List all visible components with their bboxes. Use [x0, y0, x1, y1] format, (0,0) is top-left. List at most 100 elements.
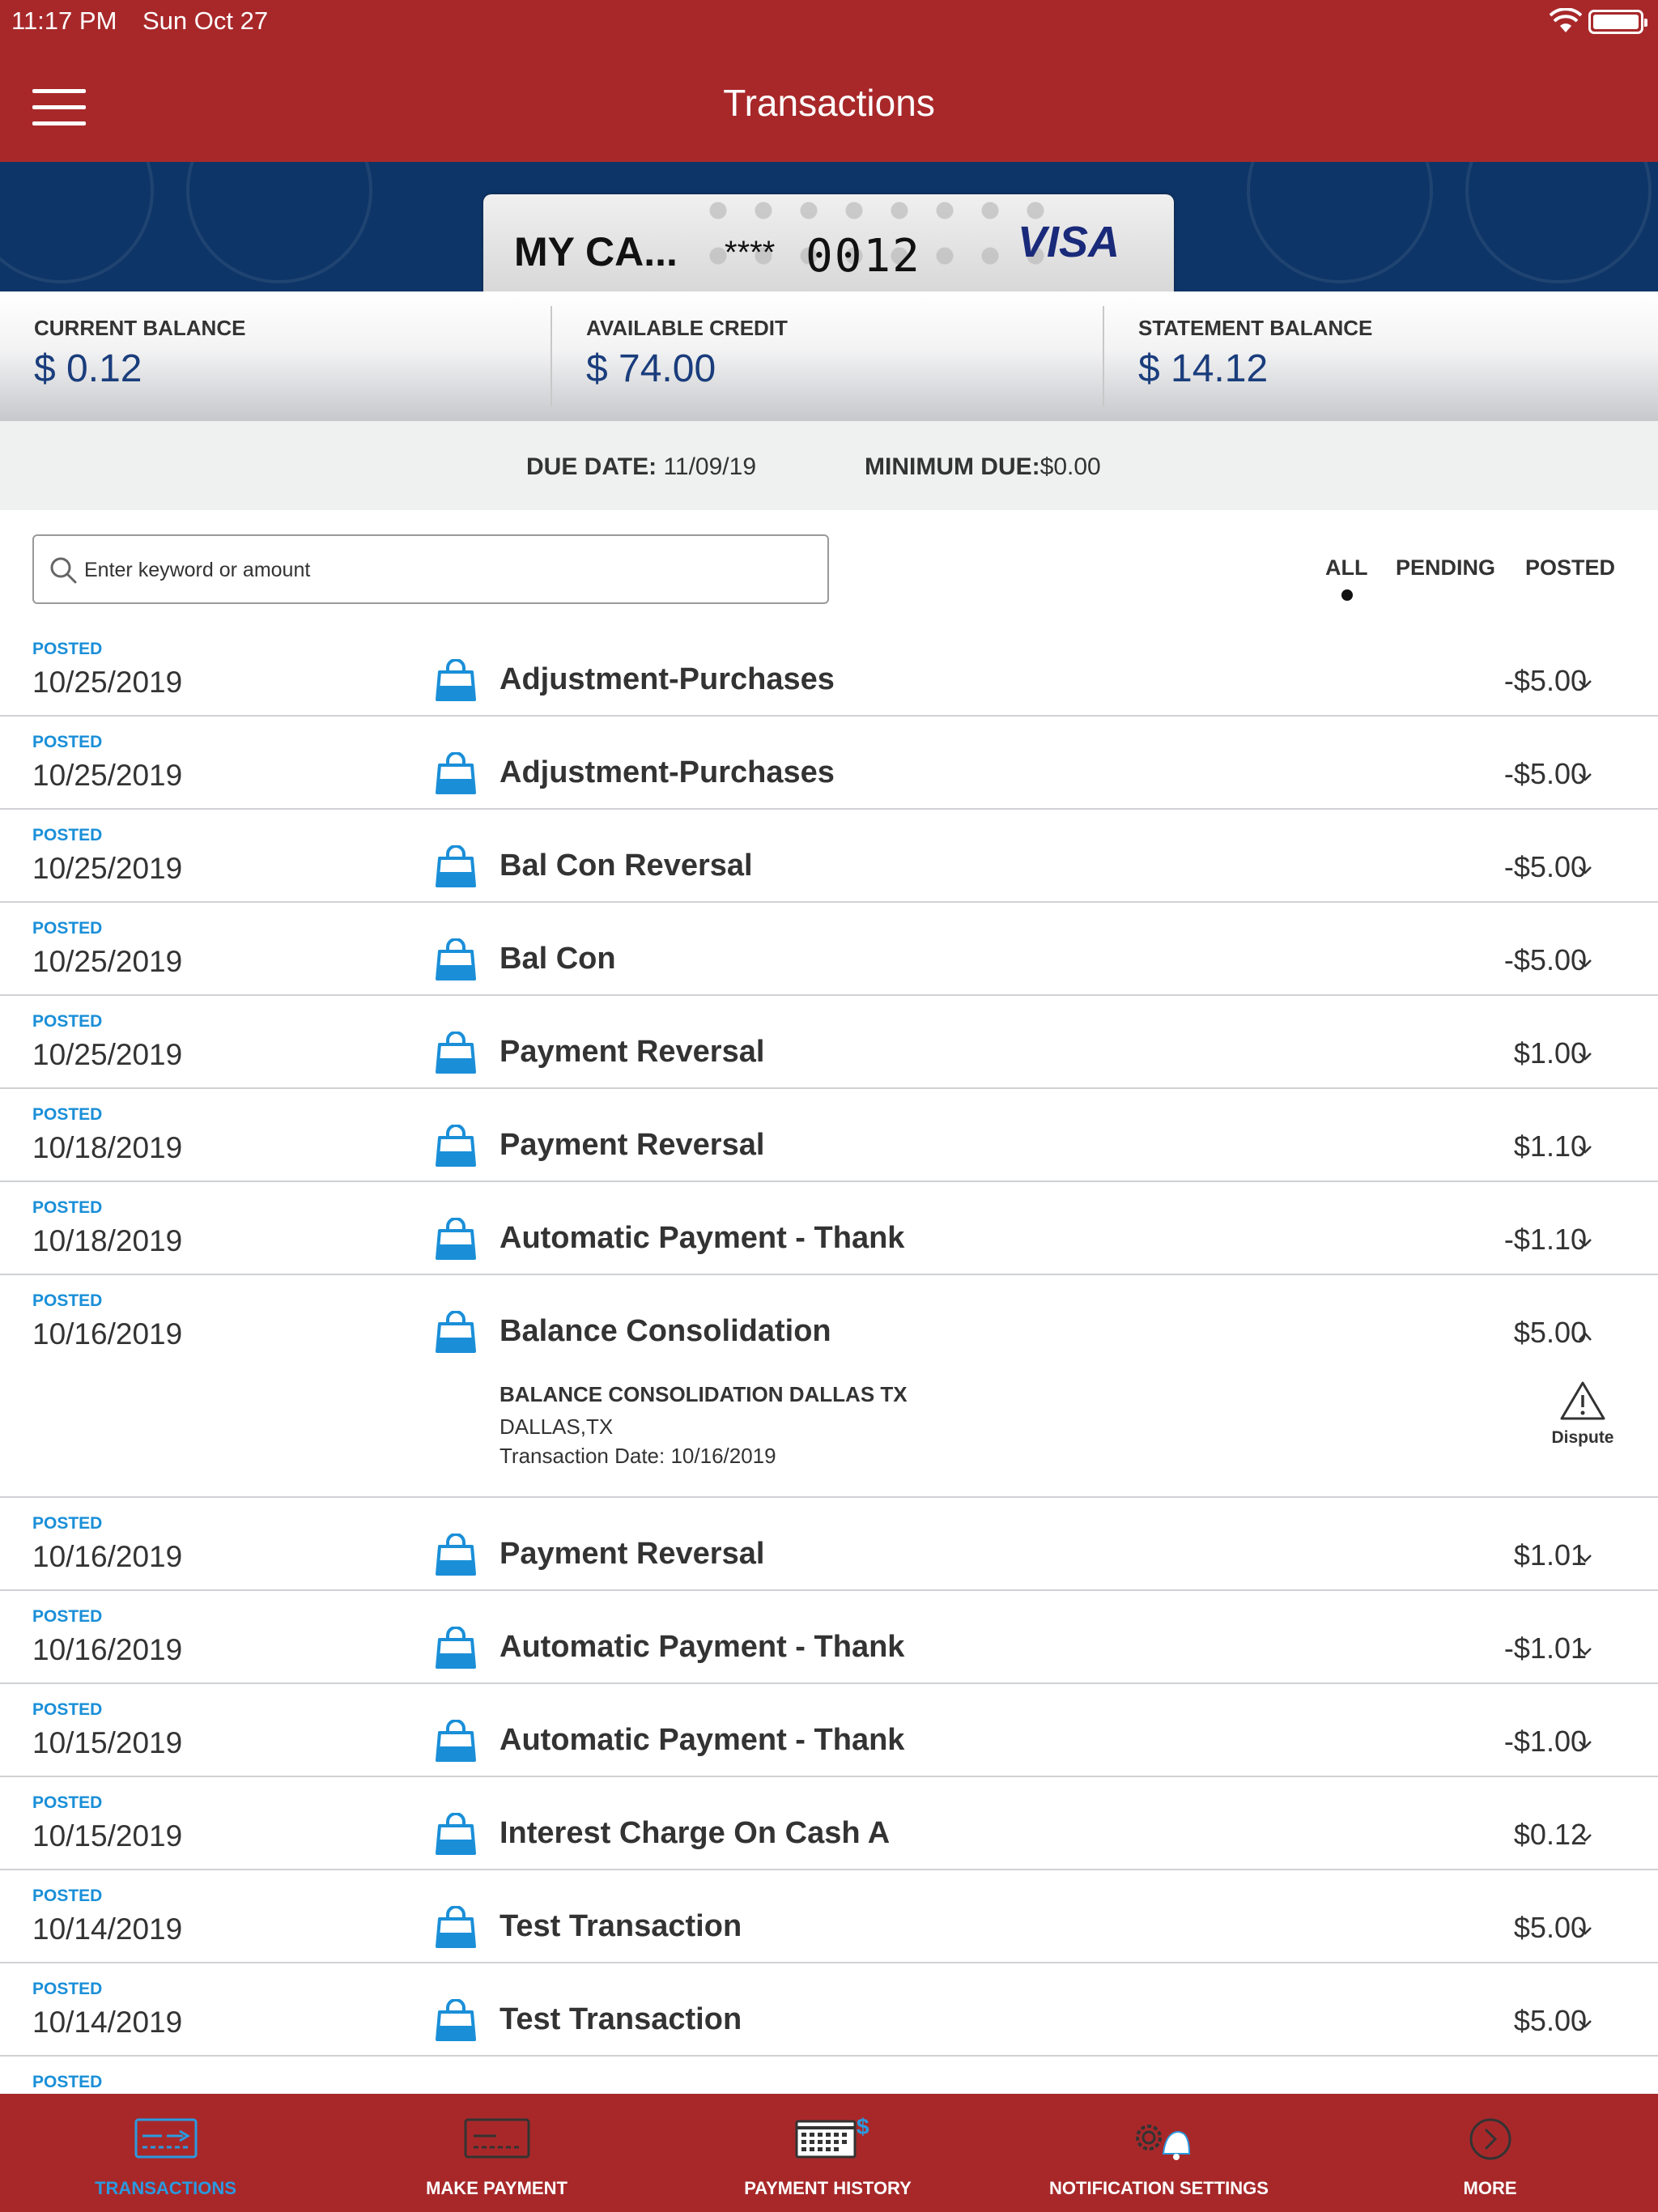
shopping-bag-icon [434, 1719, 478, 1767]
chevron-down-icon[interactable] [1575, 770, 1593, 785]
transaction-date: 10/15/2019 [32, 1726, 183, 1759]
transaction-row[interactable]: POSTED 10/25/2019 Payment Reversal $1.00 [0, 996, 1658, 1089]
transaction-row[interactable]: POSTED 10/14/2019 Test Transaction $5.00 [0, 1963, 1658, 2057]
transaction-status: POSTED [32, 919, 103, 938]
search-input[interactable] [84, 551, 813, 589]
credit-card[interactable]: MY CA... **** 0012 VISA [483, 194, 1174, 291]
chevron-down-icon[interactable] [1575, 1924, 1593, 1938]
chevron-down-icon[interactable] [1575, 1049, 1593, 1064]
transaction-description: Test Transaction [500, 2002, 742, 2036]
transaction-description: Adjustment-Purchases [500, 662, 835, 696]
transaction-status: POSTED [32, 1198, 103, 1217]
due-date: DUE DATE: 11/09/19 [526, 453, 756, 481]
transaction-description: Automatic Payment - Thank [500, 1630, 905, 1664]
svg-text:$: $ [857, 2116, 869, 2139]
tab-transactions[interactable]: TRANSACTIONS [0, 2094, 331, 2212]
search-icon [50, 557, 77, 584]
transaction-description: Interest Charge On Cash A [500, 1816, 891, 1850]
transaction-status: POSTED [32, 1012, 103, 1031]
visa-logo: VISA [1018, 218, 1120, 266]
tab-label: MAKE PAYMENT [426, 2178, 568, 2198]
chevron-down-icon[interactable] [1575, 1142, 1593, 1157]
chevron-down-icon[interactable] [1575, 1236, 1593, 1250]
filter-all[interactable]: ALL [1325, 555, 1367, 581]
transaction-row[interactable]: POSTED [0, 2057, 1658, 2094]
transaction-row[interactable]: POSTED 10/16/2019 Payment Reversal $1.01 [0, 1498, 1658, 1591]
due-date-value: 11/09/19 [663, 453, 757, 480]
chevron-down-icon[interactable] [1575, 1831, 1593, 1845]
transaction-amount: -$1.10 [1503, 1223, 1587, 1256]
tab-label: MORE [1463, 2178, 1517, 2198]
transaction-amount: -$5.00 [1503, 757, 1587, 790]
transaction-date: 10/25/2019 [32, 945, 183, 978]
chevron-down-icon[interactable] [1575, 956, 1593, 971]
shopping-bag-icon [434, 844, 478, 893]
chevron-down-icon[interactable] [1575, 2017, 1593, 2031]
chevron-down-icon[interactable] [1575, 1551, 1593, 1566]
payment-history-calendar-icon: $ [795, 2116, 869, 2159]
transaction-description: Payment Reversal [500, 1035, 765, 1069]
transaction-row[interactable]: POSTED 10/16/2019 Automatic Payment - Than… [0, 1591, 1658, 1684]
notification-gear-bell-icon [1136, 2125, 1191, 2160]
transactions-card-icon [134, 2118, 198, 2159]
transaction-amount: -$5.00 [1503, 850, 1587, 883]
transaction-detail-date: Transaction Date: 10/16/2019 [500, 1444, 776, 1468]
star-pattern-icon [1247, 162, 1433, 283]
available-credit: AVAILABLE CREDIT $ 74.00 [552, 291, 1103, 421]
transaction-row[interactable]: POSTED 10/14/2019 Test Transaction $5.00 [0, 1870, 1658, 1963]
transaction-row[interactable]: POSTED 10/16/2019 Balance Consolidation $5.… [0, 1275, 1658, 1498]
transaction-date: 10/25/2019 [32, 666, 183, 699]
transaction-status: POSTED [32, 826, 103, 844]
transaction-amount: -$5.00 [1503, 664, 1587, 697]
card-name: MY CA... [514, 229, 678, 274]
shopping-bag-icon [434, 1124, 478, 1172]
minimum-due-value: $0.00 [1039, 453, 1101, 480]
balance-label: STATEMENT BALANCE [1138, 316, 1373, 340]
transaction-row[interactable]: POSTED 10/25/2019 Adjustment-Purchases -$5.… [0, 623, 1658, 717]
tab-label: TRANSACTIONS [95, 2178, 236, 2198]
bottom-tab-bar: TRANSACTIONS MAKE PAYMENT $ PAYMENT HIST… [0, 2094, 1658, 2212]
balance-value: $ 14.12 [1138, 347, 1269, 390]
card-last4: 0012 [806, 230, 921, 283]
status-time: 11:17 PM [11, 6, 117, 35]
transaction-row[interactable]: POSTED 10/25/2019 Adjustment-Purchases -$5.… [0, 717, 1658, 810]
tab-label: PAYMENT HISTORY [744, 2178, 912, 2198]
minimum-due: MINIMUM DUE:$0.00 [865, 453, 1101, 481]
shopping-bag-icon [434, 1998, 478, 2047]
star-pattern-icon [1465, 162, 1652, 283]
make-payment-card-icon [464, 2118, 530, 2159]
transaction-list[interactable]: POSTED 10/25/2019 Adjustment-Purchases -$5.… [0, 623, 1658, 2094]
tab-notification-settings[interactable]: NOTIFICATION SETTINGS [993, 2094, 1324, 2212]
transaction-description: Payment Reversal [500, 1537, 765, 1571]
transaction-row[interactable]: POSTED 10/18/2019 Payment Reversal $1.10 [0, 1089, 1658, 1182]
tab-make-payment[interactable]: MAKE PAYMENT [331, 2094, 662, 2212]
filter-posted[interactable]: POSTED [1525, 555, 1615, 581]
search-box[interactable] [32, 534, 829, 604]
transaction-description: Bal Con [500, 942, 616, 976]
card-banner: MY CA... **** 0012 VISA [0, 162, 1658, 291]
tab-more[interactable]: MORE [1324, 2094, 1656, 2212]
transaction-row[interactable]: POSTED 10/15/2019 Automatic Payment - Than… [0, 1684, 1658, 1777]
transaction-row[interactable]: POSTED 10/25/2019 Bal Con -$5.00 [0, 903, 1658, 996]
transaction-row[interactable]: POSTED 10/18/2019 Automatic Payment - Than… [0, 1182, 1658, 1275]
card-number-mask: **** [725, 235, 776, 270]
chevron-down-icon[interactable] [1575, 1644, 1593, 1659]
transaction-amount: -$5.00 [1503, 943, 1587, 976]
balance-summary: CURRENT BALANCE $ 0.12 AVAILABLE CREDIT … [0, 291, 1658, 421]
chevron-up-icon[interactable] [1575, 1329, 1593, 1343]
chevron-down-icon[interactable] [1575, 677, 1593, 691]
tab-payment-history[interactable]: $ PAYMENT HISTORY [662, 2094, 993, 2212]
shopping-bag-icon [434, 1812, 478, 1861]
dispute-label: Dispute [1551, 1428, 1614, 1447]
filter-pending[interactable]: PENDING [1396, 555, 1495, 581]
transaction-description: Payment Reversal [500, 1128, 765, 1162]
transaction-status: POSTED [32, 1887, 103, 1905]
transaction-row[interactable]: POSTED 10/15/2019 Interest Charge On Cash … [0, 1777, 1658, 1870]
chevron-down-icon[interactable] [1575, 863, 1593, 878]
chevron-down-icon[interactable] [1575, 1738, 1593, 1752]
page-title: Transactions [723, 82, 935, 124]
transaction-location: DALLAS,TX [500, 1414, 614, 1439]
transaction-row[interactable]: POSTED 10/25/2019 Bal Con Reversal -$5.00 [0, 810, 1658, 903]
dispute-button[interactable]: Dispute [1546, 1380, 1619, 1448]
transaction-date: 10/25/2019 [32, 1038, 183, 1071]
